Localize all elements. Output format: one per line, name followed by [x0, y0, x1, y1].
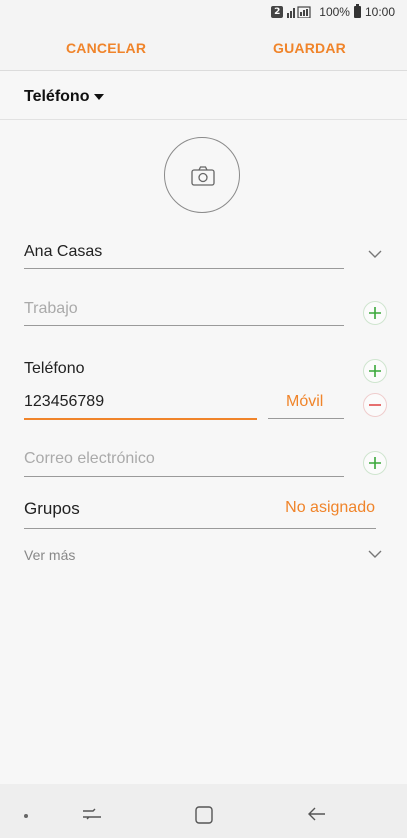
remove-phone-button[interactable]	[363, 393, 387, 417]
battery-percent: 100%	[319, 5, 350, 19]
add-phone-button[interactable]	[363, 359, 387, 383]
status-indicators: 2 100% 10:00	[271, 4, 395, 19]
name-field[interactable]: Ana Casas	[24, 243, 102, 261]
name-underline	[24, 268, 344, 269]
plus-icon	[369, 307, 381, 319]
phone-type-selector[interactable]: Móvil	[286, 393, 323, 411]
add-photo-button[interactable]	[164, 137, 240, 213]
work-underline	[24, 325, 344, 326]
action-bar: CANCELAR GUARDAR	[0, 26, 407, 71]
clock: 10:00	[364, 5, 395, 19]
plus-icon	[369, 365, 381, 377]
dot-icon	[24, 814, 28, 818]
account-selector[interactable]: Teléfono	[0, 71, 407, 120]
save-button[interactable]: GUARDAR	[273, 40, 346, 56]
cancel-button[interactable]: CANCELAR	[66, 40, 146, 56]
phone-underline	[24, 418, 257, 420]
phone-section-label: Teléfono	[24, 360, 85, 377]
recent-apps-icon[interactable]	[82, 806, 102, 822]
email-underline	[24, 476, 344, 477]
caret-down-icon	[94, 94, 104, 100]
chevron-down-icon[interactable]	[368, 250, 382, 259]
account-label: Teléfono	[24, 88, 90, 105]
add-work-button[interactable]	[363, 301, 387, 325]
battery-icon	[353, 4, 361, 18]
more-fields-label[interactable]: Ver más	[24, 547, 75, 563]
minus-icon	[369, 404, 381, 406]
plus-icon	[369, 457, 381, 469]
home-icon[interactable]	[195, 806, 213, 824]
back-icon[interactable]	[308, 807, 326, 821]
chevron-down-icon[interactable]	[368, 550, 382, 559]
work-field[interactable]: Trabajo	[24, 300, 78, 318]
groups-value[interactable]: No asignado	[285, 499, 375, 517]
camera-icon	[191, 166, 215, 186]
groups-label[interactable]: Grupos	[24, 499, 80, 519]
add-email-button[interactable]	[363, 451, 387, 475]
status-bar: 2 100% 10:00	[0, 0, 407, 26]
sim-badge-icon: 2	[271, 6, 284, 18]
signal-icon	[287, 6, 311, 18]
groups-underline	[24, 528, 376, 529]
email-field[interactable]: Correo electrónico	[24, 450, 155, 468]
phone-number-field[interactable]: 123456789	[24, 393, 104, 411]
phone-type-underline	[268, 418, 344, 419]
